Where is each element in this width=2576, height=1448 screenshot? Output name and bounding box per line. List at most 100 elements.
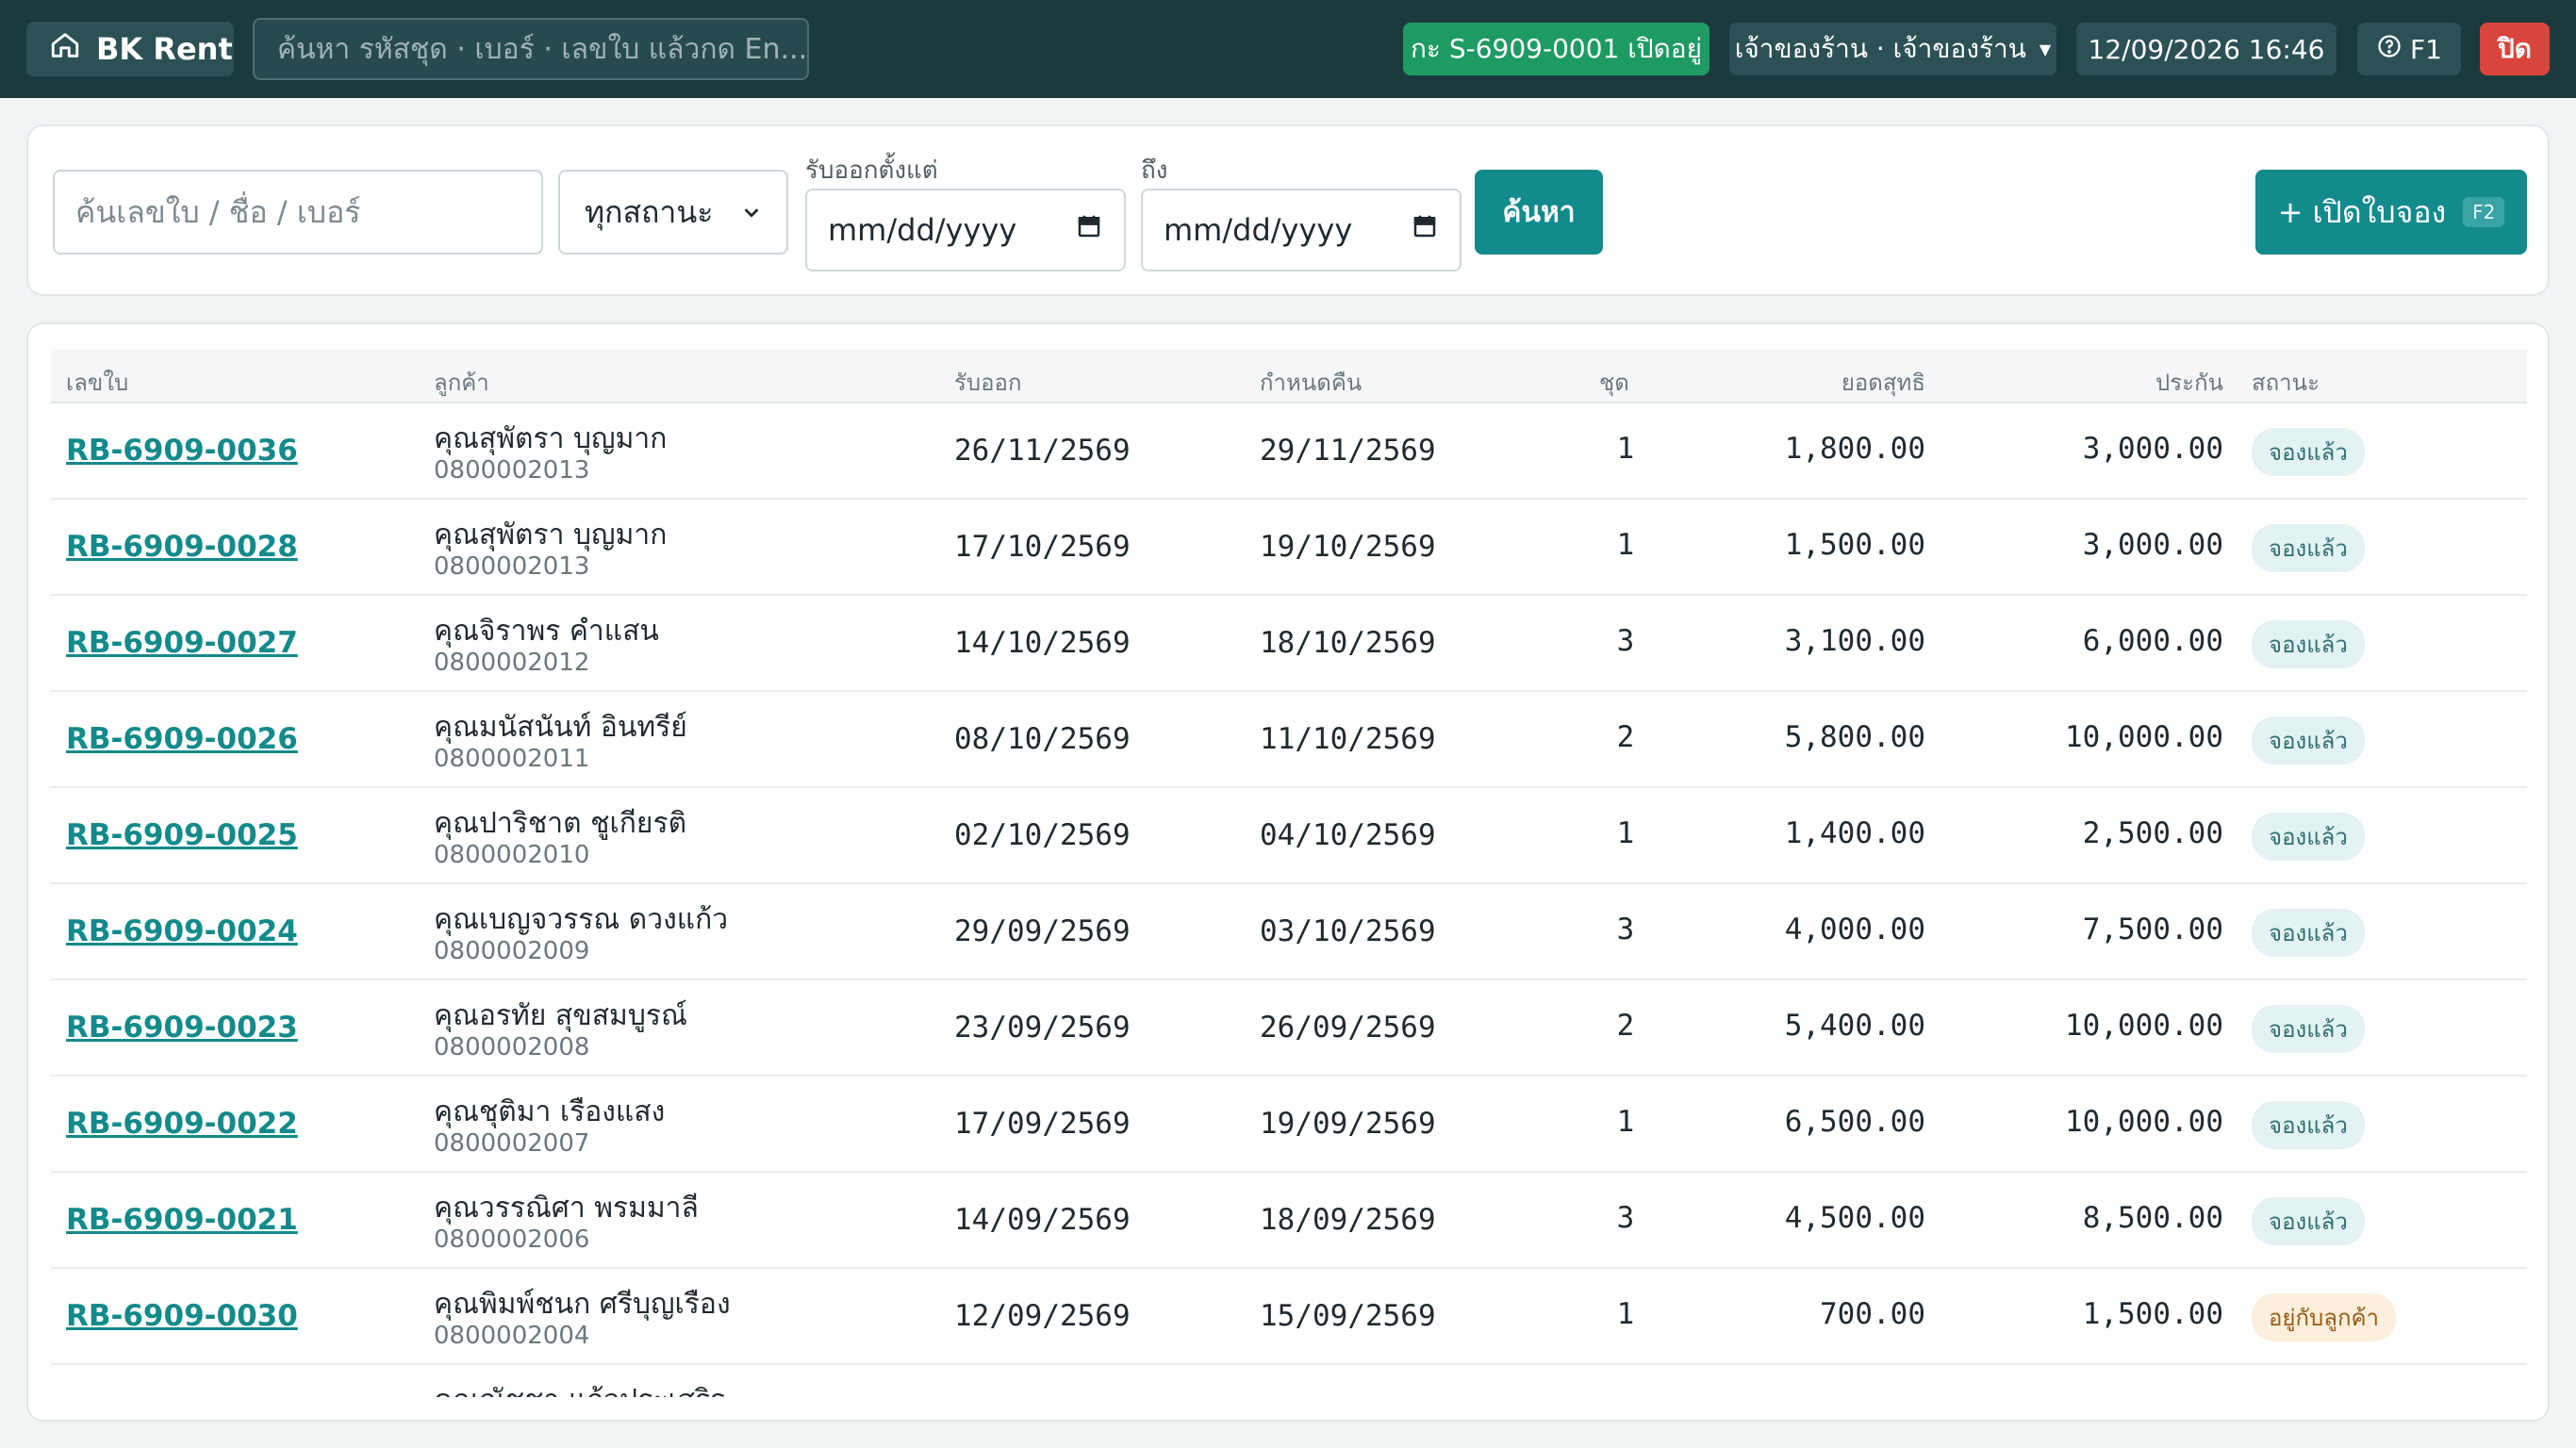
header-sets[interactable]: ชุด bbox=[1599, 364, 1629, 401]
table-row[interactable]: RB-6909-0021 คุณวรรณิศา พรมมาลี 08000020… bbox=[51, 1173, 2527, 1269]
booking-search-input[interactable]: ค้นเลขใบ / ชื่อ / เบอร์ bbox=[53, 170, 543, 255]
customer-name: คุณสุพัตรา บุญมาก bbox=[434, 422, 668, 455]
deposit-amount: 10,000.00 bbox=[2065, 1009, 2223, 1043]
header-no[interactable]: เลขใบ bbox=[66, 364, 128, 401]
status-badge: จองแล้ว bbox=[2252, 1005, 2365, 1053]
to-date-placeholder: mm/dd/yyyy bbox=[1164, 212, 1353, 248]
booking-number-link[interactable]: RB-6909-0023 bbox=[66, 1011, 298, 1045]
customer-name: คุณจิราพร คำแสน bbox=[434, 615, 659, 648]
due-date: 03/10/2569 bbox=[1260, 914, 1436, 948]
header-deposit[interactable]: ประกัน bbox=[2155, 364, 2223, 401]
customer-phone: 0800002008 bbox=[434, 1033, 590, 1061]
net-amount: 3,100.00 bbox=[1784, 624, 1925, 658]
user-menu-label: เจ้าของร้าน · เจ้าของร้าน bbox=[1734, 33, 2026, 64]
due-date: 11/10/2569 bbox=[1260, 722, 1436, 756]
customer-phone: 0800002010 bbox=[434, 841, 590, 869]
customer-phone: 0800002013 bbox=[434, 552, 590, 581]
due-date: 19/09/2569 bbox=[1260, 1107, 1436, 1141]
net-amount: 4,000.00 bbox=[1784, 913, 1925, 946]
net-amount: 4,500.00 bbox=[1784, 1201, 1925, 1235]
global-search-input[interactable]: ค้นหา รหัสชุด · เบอร์ · เลขใบ แล้วกด En.… bbox=[253, 18, 809, 80]
booking-number-link[interactable]: RB-6909-0022 bbox=[66, 1107, 298, 1141]
table-row[interactable]: RB-6909-0024 คุณเบญจวรรณ ดวงแก้ว 0800002… bbox=[51, 884, 2527, 980]
home-button[interactable]: BK Rent bbox=[26, 22, 234, 76]
new-booking-button[interactable]: + เปิดใบจอง F2 bbox=[2255, 170, 2527, 255]
header-pickup[interactable]: รับออก bbox=[954, 364, 1021, 401]
status-badge: จองแล้ว bbox=[2252, 909, 2365, 957]
table-row[interactable]: RB-6909-0026 คุณมนัสนันท์ อินทรีย์ 08000… bbox=[51, 692, 2527, 788]
header-customer[interactable]: ลูกค้า bbox=[434, 364, 489, 401]
shortcut-key-badge: F2 bbox=[2463, 197, 2505, 227]
customer-phone: 0800002011 bbox=[434, 745, 590, 773]
chevron-down-icon bbox=[741, 194, 762, 230]
net-amount: 700.00 bbox=[1820, 1297, 1925, 1331]
deposit-amount: 1,500.00 bbox=[2082, 1297, 2223, 1331]
customer-phone: 0800002004 bbox=[434, 1322, 590, 1350]
due-date: 26/09/2569 bbox=[1260, 1011, 1436, 1045]
status-badge: จองแล้ว bbox=[2252, 1101, 2365, 1149]
customer-name: คุณปาริชาต ชูเกียรติ bbox=[434, 807, 687, 840]
shift-status-badge[interactable]: กะ S-6909-0001 เปิดอยู่ bbox=[1403, 23, 1709, 75]
status-badge: จองแล้ว bbox=[2252, 813, 2365, 861]
from-date-input[interactable]: mm/dd/yyyy bbox=[805, 189, 1126, 272]
status-badge: จองแล้ว bbox=[2252, 1197, 2365, 1245]
status-select-value: ทุกสถานะ bbox=[585, 193, 714, 230]
to-date-input[interactable]: mm/dd/yyyy bbox=[1141, 189, 1461, 272]
status-badge: จองแล้ว bbox=[2252, 428, 2365, 476]
booking-number-link[interactable]: RB-6909-0028 bbox=[66, 530, 298, 564]
status-select[interactable]: ทุกสถานะ bbox=[558, 170, 788, 255]
net-amount: 1,800.00 bbox=[1784, 432, 1925, 466]
deposit-amount: 3,000.00 bbox=[2082, 432, 2223, 466]
table-row[interactable]: RB-6909-0027 คุณจิราพร คำแสน 0800002012 … bbox=[51, 596, 2527, 692]
booking-number-link[interactable]: RB-6909-0036 bbox=[66, 434, 298, 468]
pickup-date: 17/09/2569 bbox=[954, 1107, 1131, 1141]
customer-name: คุณเบญจวรรณ ดวงแก้ว bbox=[434, 903, 729, 936]
header-due[interactable]: กำหนดคืน bbox=[1260, 364, 1362, 401]
top-bar: BK Rent ค้นหา รหัสชุด · เบอร์ · เลขใบ แล… bbox=[0, 0, 2576, 98]
booking-number-link[interactable]: RB-6909-0027 bbox=[66, 626, 298, 660]
deposit-amount: 2,500.00 bbox=[2082, 816, 2223, 850]
close-button[interactable]: ปิด bbox=[2480, 23, 2550, 75]
deposit-amount: 3,000.00 bbox=[2082, 528, 2223, 562]
header-net[interactable]: ยอดสุทธิ bbox=[1841, 364, 1925, 401]
calendar-icon[interactable] bbox=[1075, 212, 1103, 248]
table-row[interactable]: RB-6909-0030 คุณพิมพ์ชนก ศรีบุญเรือง 080… bbox=[51, 1269, 2527, 1365]
to-date-label: ถึง bbox=[1141, 156, 1168, 185]
deposit-amount: 8,500.00 bbox=[2082, 1201, 2223, 1235]
pickup-date: 26/11/2569 bbox=[954, 434, 1131, 468]
customer-phone: 0800002013 bbox=[434, 456, 590, 485]
help-button[interactable]: F1 bbox=[2357, 23, 2461, 75]
booking-number-link[interactable]: RB-6909-0030 bbox=[66, 1299, 298, 1333]
booking-number-link[interactable]: RB-6909-0021 bbox=[66, 1203, 298, 1237]
set-count: 3 bbox=[1616, 1201, 1635, 1235]
calendar-icon[interactable] bbox=[1411, 212, 1439, 248]
table-row[interactable]: RB-6909-0023 คุณอรทัย สุขสมบูรณ์ 0800002… bbox=[51, 980, 2527, 1077]
pickup-date: 29/09/2569 bbox=[954, 914, 1131, 948]
table-row[interactable]: คุณณัชชา แก้วประเสริฐ bbox=[51, 1365, 2527, 1397]
header-status[interactable]: สถานะ bbox=[2252, 364, 2320, 401]
customer-name: คุณมนัสนันท์ อินทรีย์ bbox=[434, 711, 687, 744]
table-row[interactable]: RB-6909-0036 คุณสุพัตรา บุญมาก 080000201… bbox=[51, 403, 2527, 500]
table-header: เลขใบ ลูกค้า รับออก กำหนดคืน ชุด ยอดสุทธ… bbox=[51, 349, 2527, 403]
set-count: 2 bbox=[1616, 1009, 1635, 1043]
deposit-amount: 10,000.00 bbox=[2065, 720, 2223, 754]
deposit-amount: 7,500.00 bbox=[2082, 913, 2223, 946]
customer-name: คุณวรรณิศา พรมมาลี bbox=[434, 1192, 699, 1225]
set-count: 1 bbox=[1616, 432, 1635, 466]
booking-number-link[interactable]: RB-6909-0024 bbox=[66, 914, 298, 948]
table-row[interactable]: RB-6909-0025 คุณปาริชาต ชูเกียรติ 080000… bbox=[51, 788, 2527, 884]
set-count: 1 bbox=[1616, 528, 1635, 562]
brand-name: BK Rent bbox=[96, 31, 233, 67]
customer-name: คุณอรทัย สุขสมบูรณ์ bbox=[434, 999, 687, 1032]
net-amount: 5,400.00 bbox=[1784, 1009, 1925, 1043]
pickup-date: 08/10/2569 bbox=[954, 722, 1131, 756]
user-menu[interactable]: เจ้าของร้าน · เจ้าของร้าน ▼ bbox=[1729, 23, 2056, 75]
search-button[interactable]: ค้นหา bbox=[1475, 170, 1603, 255]
table-row[interactable]: RB-6909-0022 คุณชุติมา เรืองแสง 08000020… bbox=[51, 1077, 2527, 1173]
due-date: 19/10/2569 bbox=[1260, 530, 1436, 564]
booking-number-link[interactable]: RB-6909-0025 bbox=[66, 818, 298, 852]
due-date: 15/09/2569 bbox=[1260, 1299, 1436, 1333]
booking-number-link[interactable]: RB-6909-0026 bbox=[66, 722, 298, 756]
status-badge: จองแล้ว bbox=[2252, 620, 2365, 668]
table-row[interactable]: RB-6909-0028 คุณสุพัตรา บุญมาก 080000201… bbox=[51, 500, 2527, 596]
